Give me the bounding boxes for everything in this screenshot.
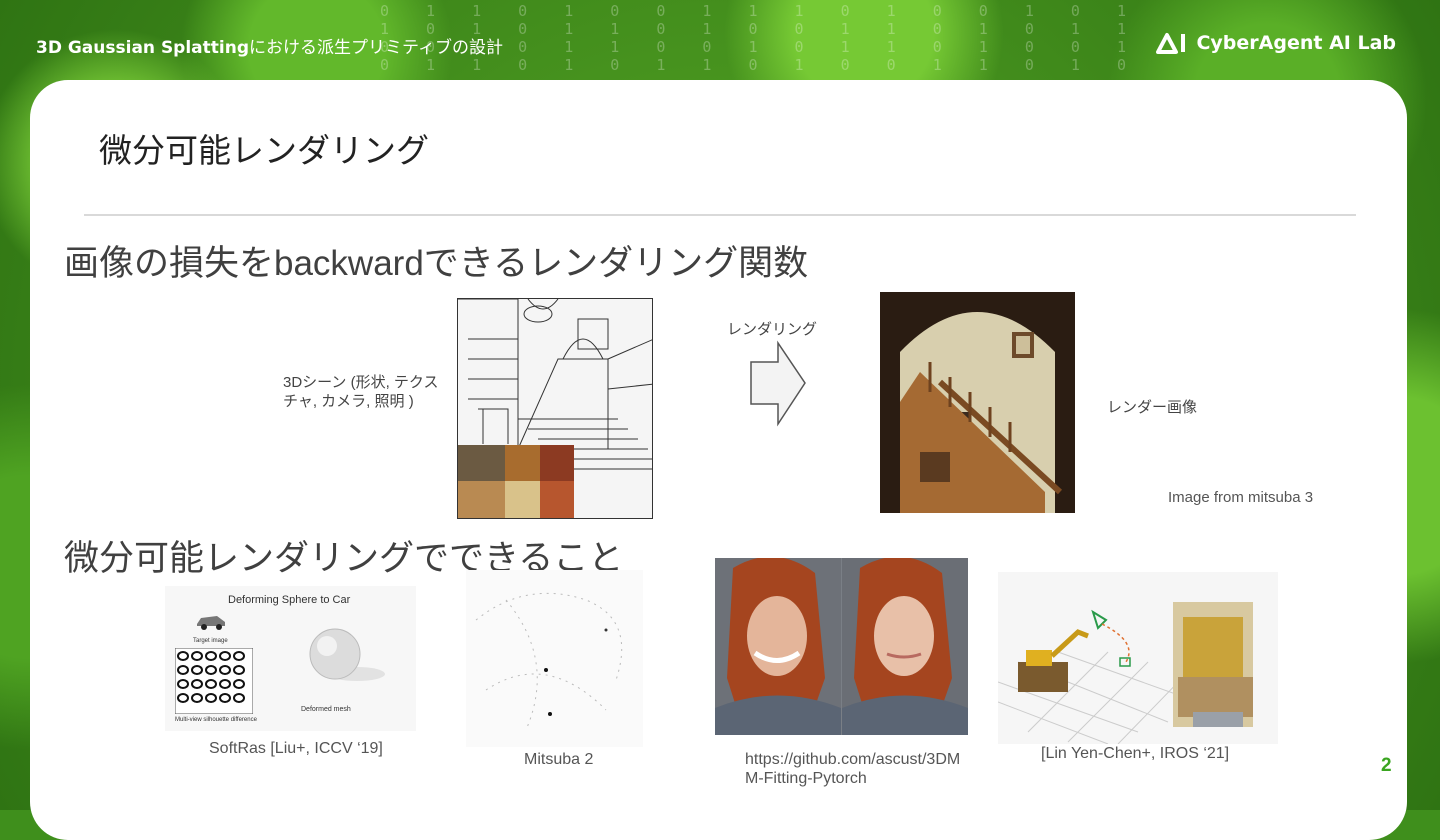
render-label: レンダー画像 xyxy=(1107,399,1198,416)
face-fitting-figure xyxy=(715,558,968,735)
rendering-arrow-icon xyxy=(750,340,806,427)
slide-title: 微分可能レンダリング xyxy=(99,132,429,169)
inerf-figure xyxy=(998,572,1278,744)
ai-lab-logo-icon xyxy=(1156,33,1186,54)
scene-label: 3Dシーン (形状, テクスチャ, カメラ, 照明 ) xyxy=(283,374,439,410)
image-credit: Image from mitsuba 3 xyxy=(1168,489,1314,506)
inerf-caption: [Lin Yen-Chen+, IROS ‘21] xyxy=(1041,745,1230,762)
deformed-sphere-icon xyxy=(309,628,385,681)
title-divider xyxy=(84,214,1356,216)
wireframe-scene-image xyxy=(457,298,653,519)
page-number: 2 xyxy=(1381,755,1392,776)
deck-title-bold: 3D Gaussian Splatting xyxy=(36,38,250,58)
rendering-arrow-label: レンダリング xyxy=(727,321,818,338)
softras-figure-title: Deforming Sphere to Car xyxy=(228,594,351,606)
silhouette-grid xyxy=(175,648,253,714)
heading-backward-rendering: 画像の損失をbackwardできるレンダリング関数 xyxy=(64,244,809,283)
softras-silhouette-label: Multi-view silhouette difference xyxy=(175,717,257,723)
softras-figure: Deforming Sphere to Car Target image Mul… xyxy=(165,586,416,731)
softras-caption: SoftRas [Liu+, ICCV ‘19] xyxy=(209,740,383,757)
softras-mesh-label: Deformed mesh xyxy=(301,706,351,713)
rendered-image xyxy=(880,292,1075,513)
deck-title: 3D Gaussian Splattingにおける派生プリミティブの設計 xyxy=(36,33,503,58)
car-icon xyxy=(197,616,225,630)
deck-title-rest: における派生プリミティブの設計 xyxy=(249,38,503,58)
cyberagent-logo: CyberAgent AI Lab xyxy=(1156,32,1396,54)
face-fitting-caption: https://github.com/ascust/3DMM-Fitting-P… xyxy=(745,751,961,787)
mitsuba2-caption: Mitsuba 2 xyxy=(524,751,594,768)
mitsuba2-figure xyxy=(466,570,643,747)
softras-target-label: Target image xyxy=(193,638,228,644)
logo-text: CyberAgent AI Lab xyxy=(1196,32,1396,54)
